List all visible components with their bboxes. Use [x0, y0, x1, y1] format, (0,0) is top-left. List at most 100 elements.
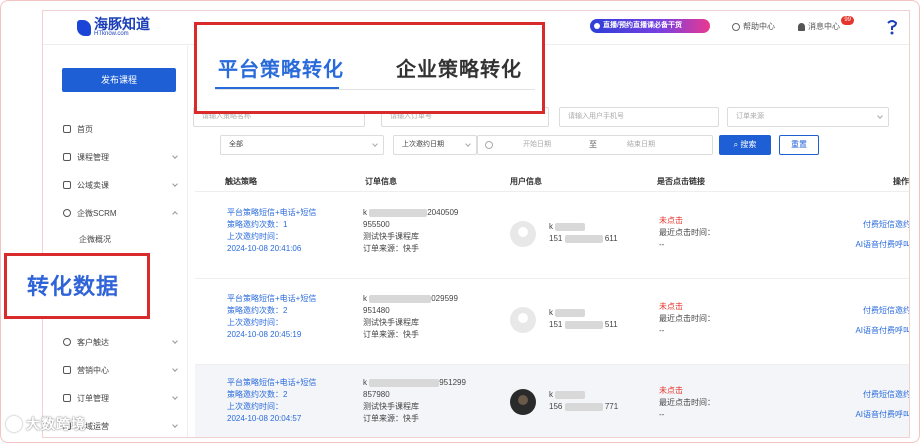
recent-click-label: 最近点击时间：	[659, 228, 715, 237]
user-cell: k 156 771	[549, 389, 618, 413]
sidebar-item-home[interactable]: 首页	[63, 122, 181, 136]
order-id-prefix: k	[363, 208, 367, 217]
sidebar-item-label: 首页	[77, 124, 93, 134]
chevron-down-icon	[372, 141, 378, 147]
click-cell: 未点击 最近点击时间： --	[659, 301, 715, 337]
watermark: 大数跨境	[6, 414, 86, 434]
book-icon	[63, 153, 71, 161]
help-center-link[interactable]: 帮助中心	[732, 21, 775, 32]
message-center-link[interactable]: 消息中心 99	[798, 16, 854, 32]
clock-icon	[732, 22, 740, 31]
click-status: 未点击	[659, 386, 683, 395]
user-name-initial: k	[549, 308, 553, 317]
status-value: 全部	[229, 141, 243, 148]
tab-divider	[215, 89, 535, 90]
last-invite-time: 2024-10-08 20:04:57	[227, 414, 302, 423]
ai-voice-call-link[interactable]: AI语音付费呼叫	[855, 325, 909, 336]
sidebar-subitem-overview[interactable]: 企微概况	[79, 234, 111, 245]
last-invite-time: 2024-10-08 20:45:19	[227, 330, 302, 339]
date-range-separator: 至	[589, 140, 597, 149]
order-course: 测试快手课程库	[363, 232, 419, 241]
tabs-callout-box: 平台策略转化 企业策略转化	[194, 22, 545, 114]
masked-user-name	[555, 308, 586, 317]
table-header: 触达策略 订单信息 用户信息 是否点击链接 操作	[195, 168, 909, 192]
chevron-down-icon	[172, 394, 178, 400]
sidebar-item-label: 课程管理	[77, 152, 109, 162]
strategy-name: 平台策略短信+电话+短信	[227, 208, 317, 217]
click-status: 未点击	[659, 216, 683, 225]
strategy-invites: 策略邀约次数：2	[227, 390, 288, 399]
sidebar-item-customer-reach[interactable]: 客户触达	[63, 335, 181, 349]
order-source-select[interactable]: 订单来源	[727, 107, 889, 127]
phone-suffix: 511	[604, 320, 618, 329]
message-center-label: 消息中心	[808, 22, 840, 31]
avatar	[510, 221, 536, 247]
dolphin-logo-icon	[77, 19, 91, 36]
order-source: 订单来源：快手	[363, 414, 419, 423]
strategy-cell[interactable]: 平台策略短信+电话+短信 策略邀约次数：2 上次邀约时间： 2024-10-08…	[227, 377, 316, 425]
sms-invite-link[interactable]: 付费短信邀约	[863, 219, 909, 230]
ai-voice-call-link[interactable]: AI语音付费呼叫	[855, 409, 909, 420]
avatar	[510, 389, 536, 415]
order-amount: 951480	[363, 306, 390, 315]
order-id-suffix: 2040509	[427, 208, 459, 217]
table-row: 平台策略短信+电话+短信 策略邀约次数：2 上次邀约时间： 2024-10-08…	[195, 365, 909, 437]
chevron-down-icon	[465, 141, 471, 147]
chevron-down-icon	[172, 422, 178, 428]
col-order: 订单信息	[365, 177, 397, 186]
sidebar-item-public-sales[interactable]: 公域卖课	[63, 178, 181, 192]
masked-phone	[564, 320, 603, 329]
chevron-down-icon	[172, 366, 178, 372]
tab-enterprise-strategy[interactable]: 企业策略转化	[396, 53, 522, 82]
order-source: 订单来源：快手	[363, 244, 419, 253]
tab-platform-strategy[interactable]: 平台策略转化	[218, 53, 344, 82]
logo-subtext: HTknow.com	[94, 31, 129, 37]
reset-button[interactable]: 重置	[779, 135, 819, 155]
search-icon	[63, 209, 71, 217]
shop-icon	[63, 181, 71, 189]
conversion-data-label[interactable]: 转化数据	[27, 269, 119, 301]
brand-mark-icon[interactable]	[885, 18, 899, 36]
user-phone-input[interactable]: 请输入用户手机号	[559, 107, 719, 127]
sms-invite-link[interactable]: 付费短信邀约	[863, 305, 909, 316]
sidebar-item-label: 订单管理	[77, 393, 109, 403]
logo[interactable]: 海豚知道 HTknow.com	[77, 17, 150, 38]
strategy-cell[interactable]: 平台策略短信+电话+短信 策略邀约次数：2 上次邀约时间： 2024-10-08…	[227, 293, 316, 341]
order-id-prefix: k	[363, 294, 367, 303]
date-type-select[interactable]: 上次邀约日期	[393, 135, 477, 155]
status-select[interactable]: 全部	[220, 135, 384, 155]
sidebar-item-marketing[interactable]: 营销中心	[63, 363, 181, 377]
chevron-down-icon	[172, 338, 178, 344]
ai-voice-call-link[interactable]: AI语音付费呼叫	[855, 239, 909, 250]
search-button[interactable]: ⌕ 搜索	[719, 135, 771, 155]
col-strategy: 触达策略	[225, 177, 257, 186]
sidebar-item-label: 营销中心	[77, 365, 109, 375]
col-user: 用户信息	[510, 177, 542, 186]
order-source-placeholder: 订单来源	[736, 113, 764, 120]
phone-prefix: 151	[549, 234, 563, 243]
sidebar-item-orders[interactable]: 订单管理	[63, 391, 181, 405]
strategy-cell[interactable]: 平台策略短信+电话+短信 策略邀约次数：1 上次邀约时间： 2024-10-08…	[227, 207, 316, 255]
order-course: 测试快手课程库	[363, 402, 419, 411]
publish-course-button[interactable]: 发布课程	[62, 68, 176, 92]
chevron-down-icon	[172, 181, 178, 187]
promo-banner[interactable]: 直播/预约直播课必备干货	[590, 19, 710, 33]
table-row: 平台策略短信+电话+短信 策略邀约次数：1 上次邀约时间： 2024-10-08…	[195, 193, 909, 279]
sidebar-item-courses[interactable]: 课程管理	[63, 150, 181, 164]
recent-click-value: --	[659, 240, 665, 249]
start-date-placeholder[interactable]: 开始日期	[523, 139, 551, 151]
last-invite-label: 上次邀约时间：	[227, 232, 283, 241]
click-cell: 未点击 最近点击时间： --	[659, 385, 715, 421]
sms-invite-link[interactable]: 付费短信邀约	[863, 389, 909, 400]
recent-click-label: 最近点击时间：	[659, 398, 715, 407]
sidebar-item-scrm[interactable]: 企微SCRM	[63, 206, 181, 220]
last-invite-time: 2024-10-08 20:41:06	[227, 244, 302, 253]
phone-suffix: 771	[604, 402, 619, 411]
order-cell: k 2040509 955500 测试快手课程库 订单来源：快手	[363, 207, 458, 255]
masked-phone	[564, 234, 603, 243]
strategy-name: 平台策略短信+电话+短信	[227, 378, 317, 387]
user-name-initial: k	[549, 390, 553, 399]
avatar	[510, 307, 536, 333]
end-date-placeholder[interactable]: 结束日期	[627, 139, 655, 151]
phone-suffix: 611	[604, 234, 618, 243]
